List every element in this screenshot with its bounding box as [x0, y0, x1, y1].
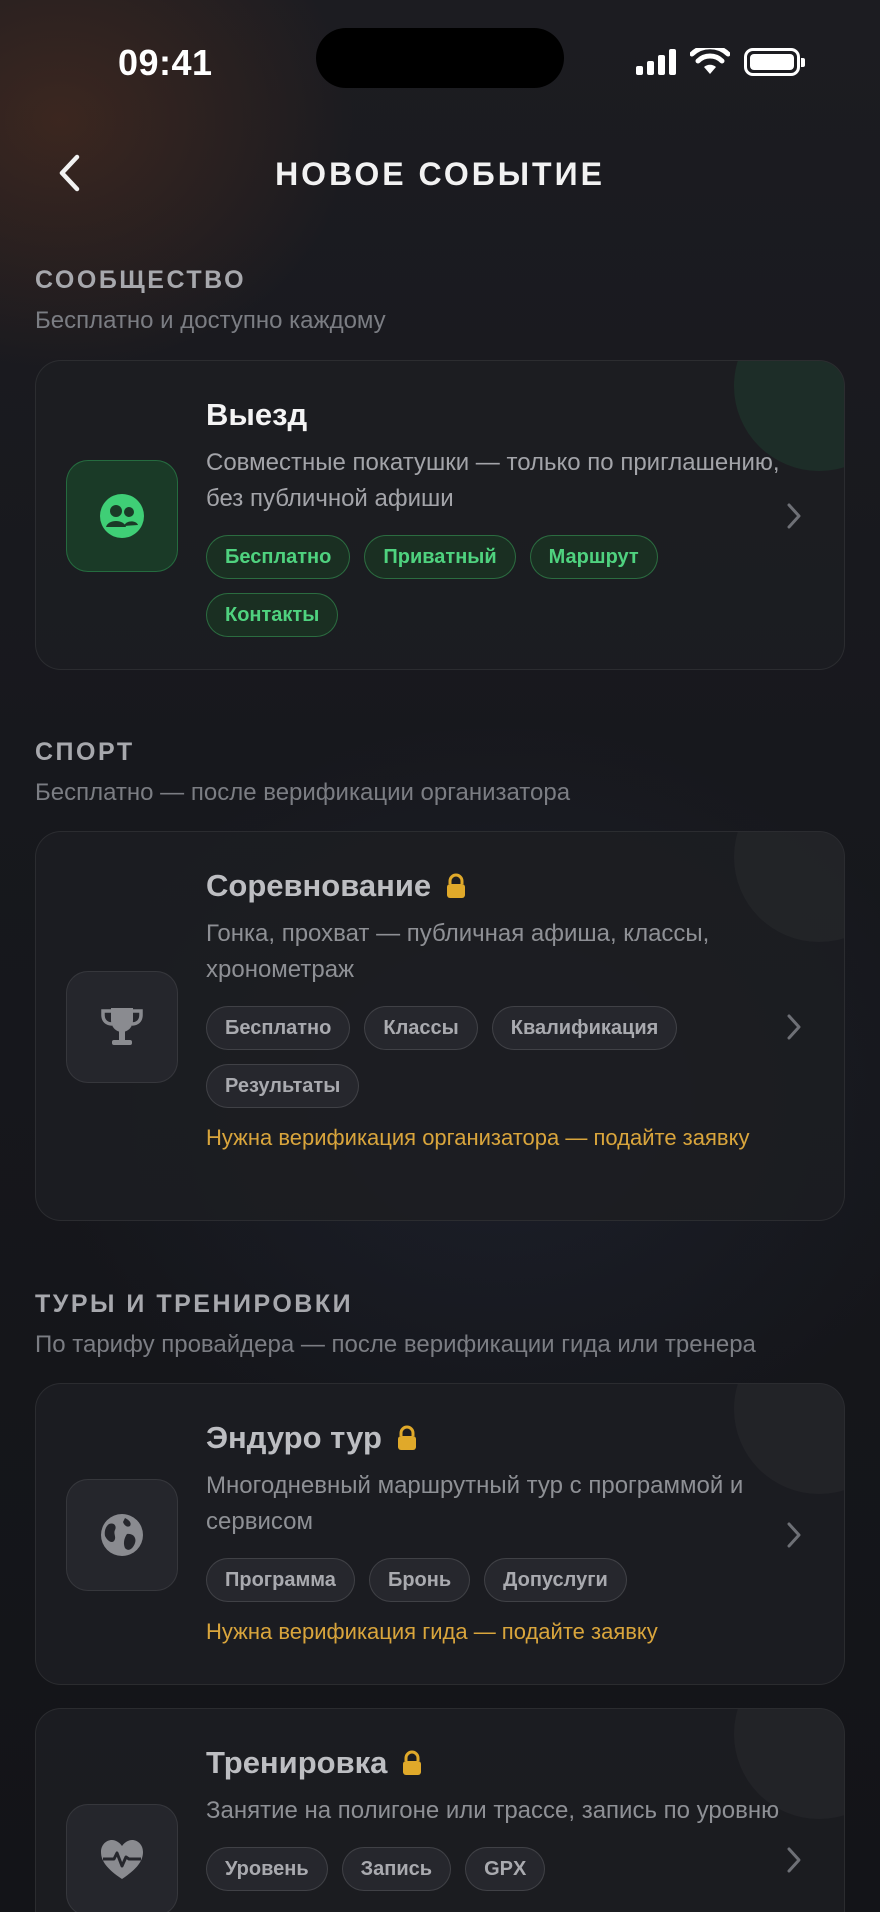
- page-title: НОВОЕ СОБЫТИЕ: [275, 156, 605, 192]
- lock-icon: [397, 1425, 416, 1450]
- tag: Квалификация: [491, 1006, 678, 1050]
- tag: Уровень: [206, 1847, 328, 1891]
- card-title: Выезд: [206, 397, 784, 433]
- chevron-right-icon: [787, 503, 801, 529]
- tag: Допуслуги: [484, 1558, 627, 1602]
- card-icon-box: [66, 1479, 178, 1591]
- tag-list: Бесплатно Приватный Маршрут Контакты: [206, 535, 784, 637]
- section-title: СООБЩЕСТВО: [35, 266, 247, 294]
- event-type-card-ride[interactable]: Выезд Совместные покатушки — только по п…: [35, 360, 845, 670]
- tag: Классы: [364, 1006, 478, 1050]
- card-icon-box: [66, 1804, 178, 1912]
- card-title: Эндуро тур: [206, 1420, 784, 1456]
- card-icon-box: [66, 971, 178, 1083]
- tag: Маршрут: [529, 535, 658, 579]
- lock-icon: [403, 1750, 422, 1775]
- tag: Контакты: [206, 593, 339, 637]
- card-body: Эндуро тур Многодневный маршрутный тур с…: [206, 1420, 784, 1646]
- lock-icon: [447, 873, 466, 898]
- tag: Результаты: [206, 1064, 360, 1108]
- chevron-right-icon: [787, 1522, 801, 1548]
- card-description: Многодневный маршрутный тур с программой…: [206, 1472, 744, 1535]
- status-time: 09:41: [118, 42, 213, 83]
- card-description: Совместные покатушки — только по приглаш…: [206, 449, 780, 512]
- section-community: СООБЩЕСТВО Бесплатно и доступно каждому: [35, 266, 386, 335]
- card-title-text: Выезд: [206, 397, 308, 432]
- battery-icon: [744, 48, 805, 76]
- tag: Бесплатно: [206, 1006, 351, 1050]
- verification-warning[interactable]: Нужна верификация гида — подайте заявку: [206, 1618, 784, 1646]
- tag-list: Программа Бронь Допуслуги: [206, 1558, 784, 1602]
- screen: 09:41 НОВОЕ СОБЫТИЕ СООБЩЕСТВО Бесплатно…: [0, 0, 880, 1912]
- card-title-text: Соревнование: [206, 868, 432, 903]
- dynamic-island: [316, 28, 564, 88]
- card-title-text: Тренировка: [206, 1745, 388, 1780]
- tag: Приватный: [364, 535, 516, 579]
- card-title: Соревнование: [206, 868, 784, 904]
- tag-list: Уровень Запись GPX: [206, 1847, 784, 1891]
- section-subtitle: По тарифу провайдера — после верификации…: [35, 1331, 756, 1358]
- status-bar: 09:41: [0, 0, 880, 130]
- group-icon: [100, 494, 144, 538]
- section-title: СПОРТ: [35, 738, 135, 766]
- section-subtitle: Бесплатно и доступно каждому: [35, 307, 386, 334]
- event-type-card-enduro-tour[interactable]: Эндуро тур Многодневный маршрутный тур с…: [35, 1383, 845, 1685]
- card-title-text: Эндуро тур: [206, 1420, 382, 1455]
- status-icons: [636, 48, 805, 76]
- tag: GPX: [465, 1847, 546, 1891]
- section-subtitle: Бесплатно — после верификации организато…: [35, 779, 571, 806]
- section-tours-trainings: ТУРЫ И ТРЕНИРОВКИ По тарифу провайдера —…: [35, 1290, 756, 1359]
- card-title: Тренировка: [206, 1745, 784, 1781]
- section-sport: СПОРТ Бесплатно — после верификации орга…: [35, 738, 570, 807]
- card-description: Гонка, прохват — публичная афиша, классы…: [206, 920, 710, 983]
- tag: Запись: [341, 1847, 452, 1891]
- section-title: ТУРЫ И ТРЕНИРОВКИ: [35, 1290, 354, 1318]
- tag: Программа: [206, 1558, 355, 1602]
- card-body: Тренировка Занятие на полигоне или трасс…: [206, 1745, 784, 1891]
- chevron-right-icon: [787, 1847, 801, 1873]
- wifi-icon: [690, 48, 730, 74]
- tag-list: Бесплатно Классы Квалификация Результаты: [206, 1006, 784, 1108]
- tag: Бесплатно: [206, 535, 351, 579]
- card-description: Занятие на полигоне или трассе, запись п…: [206, 1797, 780, 1824]
- globe-icon: [101, 1514, 143, 1556]
- cellular-signal-icon: [636, 49, 676, 75]
- trophy-icon: [101, 1008, 143, 1045]
- card-body: Выезд Совместные покатушки — только по п…: [206, 397, 784, 637]
- chevron-right-icon: [787, 1014, 801, 1040]
- card-body: Соревнование Гонка, прохват — публичная …: [206, 868, 784, 1152]
- card-icon-box: [66, 460, 178, 572]
- event-type-card-training[interactable]: Тренировка Занятие на полигоне или трасс…: [35, 1708, 845, 1912]
- event-type-card-competition[interactable]: Соревнование Гонка, прохват — публичная …: [35, 831, 845, 1221]
- tag: Бронь: [368, 1558, 471, 1602]
- heart-pulse-icon: [101, 1840, 143, 1879]
- verification-warning[interactable]: Нужна верификация организатора — подайте…: [206, 1124, 784, 1152]
